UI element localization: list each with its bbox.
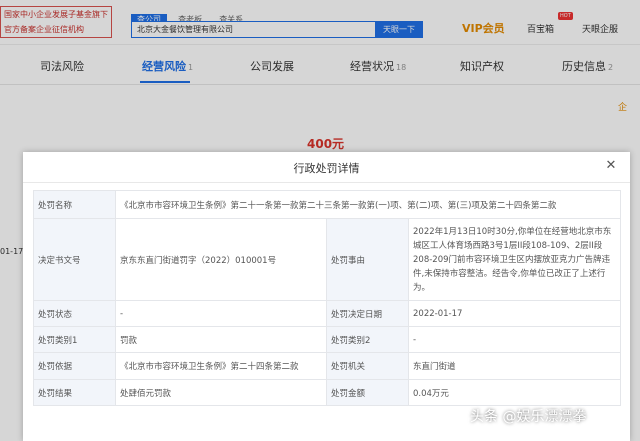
label-penalty-category-2: 处罚类别2 — [326, 326, 409, 353]
penalty-detail-table: 处罚名称 《北京市市容环境卫生条例》第二十一条第一款第二十三条第一款第(一)项、… — [33, 190, 621, 406]
value-penalty-category-1: 罚款 — [115, 326, 327, 353]
value-penalty-basis: 《北京市市容环境卫生条例》第二十四条第二款 — [115, 352, 327, 380]
modal-header: 行政处罚详情 ✕ — [23, 152, 630, 183]
value-penalty-name: 《北京市市容环境卫生条例》第二十一条第一款第二十三条第一款第(一)项、第(二)项… — [115, 190, 621, 219]
value-penalty-category-2: - — [408, 326, 621, 353]
label-penalty-status: 处罚状态 — [33, 300, 116, 327]
table-row: 处罚状态 - 处罚决定日期 2022-01-17 — [33, 300, 621, 327]
watermark: 头条 @娱乐漂漂拳 — [470, 409, 587, 425]
table-row: 决定书文号 京东东直门街道罚字（2022）010001号 处罚事由 2022年1… — [33, 218, 621, 301]
table-row: 处罚类别1 罚款 处罚类别2 - — [33, 326, 621, 353]
label-penalty-basis: 处罚依据 — [33, 352, 116, 380]
label-penalty-authority: 处罚机关 — [326, 352, 409, 380]
label-penalty-name: 处罚名称 — [33, 190, 116, 219]
value-penalty-status: - — [115, 300, 327, 327]
modal-title: 行政处罚详情 — [293, 162, 360, 175]
label-penalty-reason: 处罚事由 — [326, 218, 409, 301]
close-icon[interactable]: ✕ — [603, 158, 619, 174]
table-row: 处罚结果 处肆佰元罚款 处罚金额 0.04万元 — [33, 379, 621, 406]
label-penalty-result: 处罚结果 — [33, 379, 116, 406]
table-row: 处罚依据 《北京市市容环境卫生条例》第二十四条第二款 处罚机关 东直门街道 — [33, 352, 621, 380]
label-penalty-amount: 处罚金额 — [326, 379, 409, 406]
value-penalty-reason: 2022年1月13日10时30分,你单位在经营地北京市东城区工人体育场西路3号1… — [408, 218, 621, 301]
value-penalty-result: 处肆佰元罚款 — [115, 379, 327, 406]
value-penalty-authority: 东直门街道 — [408, 352, 621, 380]
value-penalty-amount: 0.04万元 — [408, 379, 621, 406]
value-decision-number: 京东东直门街道罚字（2022）010001号 — [115, 218, 327, 301]
penalty-detail-modal: 行政处罚详情 ✕ 处罚名称 《北京市市容环境卫生条例》第二十一条第一款第二十三条… — [23, 152, 630, 441]
label-decision-date: 处罚决定日期 — [326, 300, 409, 327]
label-penalty-category-1: 处罚类别1 — [33, 326, 116, 353]
table-row: 处罚名称 《北京市市容环境卫生条例》第二十一条第一款第二十三条第一款第(一)项、… — [33, 190, 621, 219]
value-decision-date: 2022-01-17 — [408, 300, 621, 327]
label-decision-number: 决定书文号 — [33, 218, 116, 301]
